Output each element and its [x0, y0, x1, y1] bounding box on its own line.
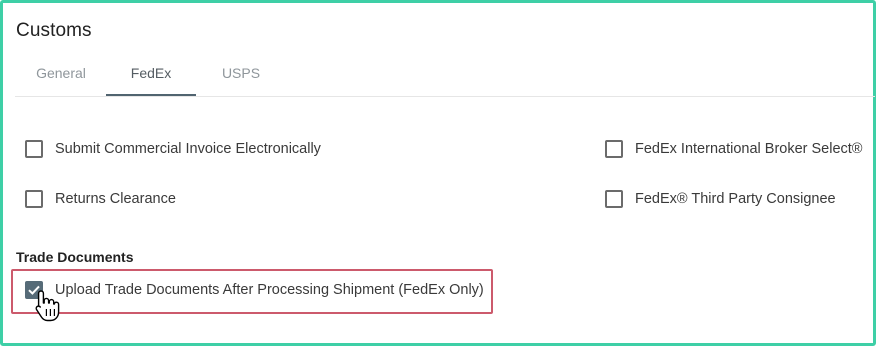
trade-documents-heading: Trade Documents	[16, 249, 134, 265]
hand-pointer-icon	[35, 290, 60, 322]
third-party-consignee-label: FedEx® Third Party Consignee	[635, 191, 836, 207]
returns-clearance-checkbox[interactable]	[25, 190, 43, 208]
tab-general[interactable]: General	[25, 49, 97, 97]
returns-clearance-option[interactable]: Returns Clearance	[25, 190, 176, 208]
third-party-consignee-checkbox[interactable]	[605, 190, 623, 208]
customs-panel: Customs General FedEx USPS Submit Commer…	[0, 0, 876, 346]
submit-invoice-option[interactable]: Submit Commercial Invoice Electronically	[25, 140, 321, 158]
tab-bar: General FedEx USPS	[15, 49, 875, 97]
tab-fedex[interactable]: FedEx	[106, 49, 196, 97]
third-party-consignee-option[interactable]: FedEx® Third Party Consignee	[605, 190, 836, 208]
upload-trade-documents-option[interactable]: Upload Trade Documents After Processing …	[25, 281, 484, 299]
returns-clearance-label: Returns Clearance	[55, 191, 176, 207]
broker-select-option[interactable]: FedEx International Broker Select®	[605, 140, 863, 158]
submit-invoice-checkbox[interactable]	[25, 140, 43, 158]
broker-select-label: FedEx International Broker Select®	[635, 141, 863, 157]
submit-invoice-label: Submit Commercial Invoice Electronically	[55, 141, 321, 157]
upload-trade-documents-label: Upload Trade Documents After Processing …	[55, 282, 484, 298]
broker-select-checkbox[interactable]	[605, 140, 623, 158]
panel-title: Customs	[16, 20, 92, 41]
tab-usps[interactable]: USPS	[205, 49, 277, 97]
